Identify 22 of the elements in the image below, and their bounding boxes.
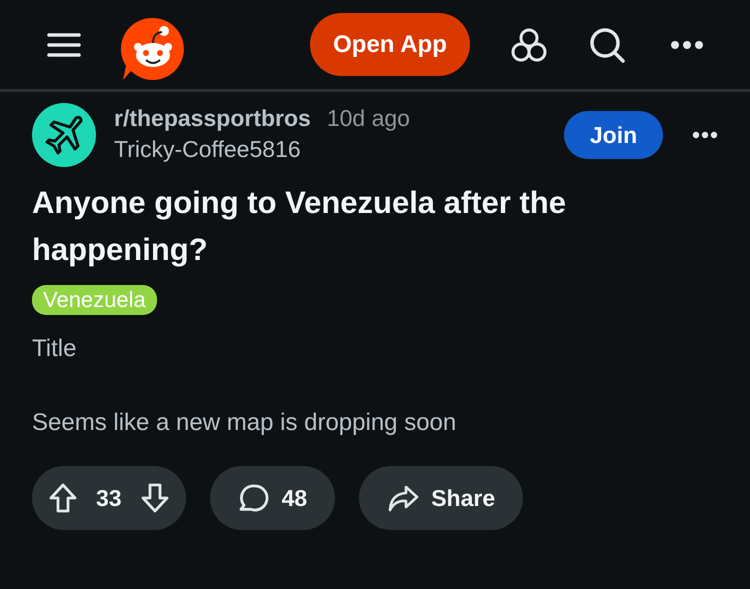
search-icon[interactable] xyxy=(588,26,626,64)
more-icon[interactable] xyxy=(670,40,704,50)
post-age: 10d ago xyxy=(326,105,410,132)
subreddit-name[interactable]: r/thepassportbros xyxy=(114,105,311,132)
menu-icon[interactable] xyxy=(47,32,81,58)
upvote-icon[interactable] xyxy=(48,482,78,514)
author-name[interactable]: Tricky-Coffee5816 xyxy=(114,136,410,163)
body-heading: Title xyxy=(32,335,78,363)
share-arrow-icon xyxy=(387,484,420,512)
vote-count: 33 xyxy=(96,484,122,512)
circles-icon[interactable] xyxy=(510,26,548,64)
logo-icon[interactable] xyxy=(120,16,186,82)
speech-bubble-icon xyxy=(238,483,270,513)
post-body: Seems like a new map is dropping soon xyxy=(32,409,458,437)
more-icon[interactable] xyxy=(692,131,718,139)
share-button[interactable]: Share xyxy=(359,466,524,530)
open-app-button[interactable]: Open App xyxy=(310,13,470,76)
post-title: Anyone going to Venezuela after the happening? xyxy=(32,184,567,269)
join-button[interactable]: Join xyxy=(564,111,663,159)
downvote-icon[interactable] xyxy=(140,482,170,514)
subreddit-avatar-icon[interactable] xyxy=(32,103,96,167)
comments-button[interactable]: 48 xyxy=(210,466,336,530)
